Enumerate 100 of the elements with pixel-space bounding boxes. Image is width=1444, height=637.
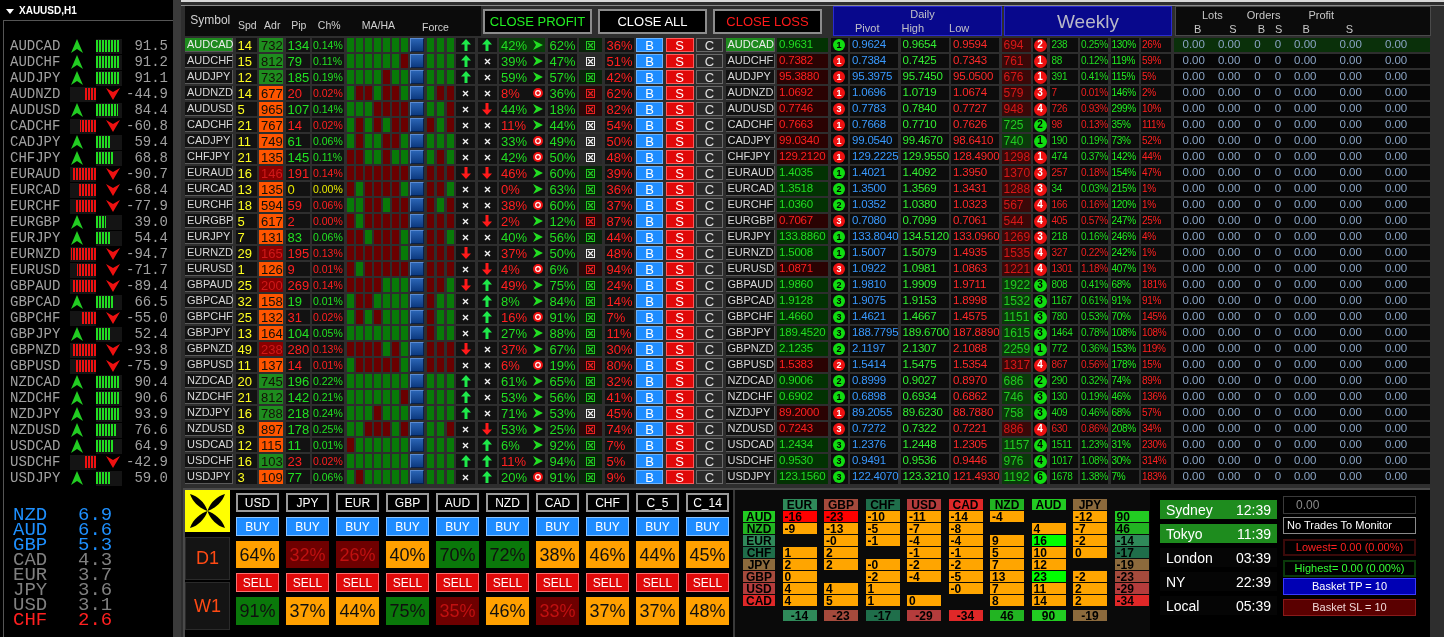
symbol-button[interactable]: AUDNZD — [185, 86, 233, 100]
close-button[interactable]: C — [696, 454, 723, 468]
sell-button[interactable]: S — [665, 54, 694, 68]
sell-button[interactable]: SELL — [386, 573, 429, 592]
sell-button[interactable]: SELL — [436, 573, 479, 592]
sell-button[interactable]: S — [665, 102, 694, 116]
sell-button[interactable]: SELL — [336, 573, 379, 592]
close-button[interactable]: C — [696, 326, 723, 340]
sell-button[interactable]: S — [665, 38, 694, 52]
sell-button[interactable]: S — [665, 262, 694, 276]
symbol-button[interactable]: USDJPY — [185, 470, 233, 484]
sell-button[interactable]: S — [665, 150, 694, 164]
sell-button[interactable]: S — [665, 246, 694, 260]
sell-button[interactable]: SELL — [686, 573, 729, 592]
sell-button[interactable]: S — [665, 310, 694, 324]
symbol-button[interactable]: EURGBP — [185, 214, 233, 228]
close-button[interactable]: C — [696, 182, 723, 196]
sell-button[interactable]: S — [665, 374, 694, 388]
symbol-button[interactable]: EURJPY — [185, 230, 233, 244]
sell-button[interactable]: S — [665, 406, 694, 420]
currency-button[interactable]: EUR — [336, 493, 379, 512]
sell-button[interactable]: SELL — [536, 573, 579, 592]
sell-button[interactable]: SELL — [486, 573, 529, 592]
sell-button[interactable]: S — [665, 390, 694, 404]
symbol-button[interactable]: GBPNZD — [725, 342, 775, 356]
close-button[interactable]: C — [696, 118, 723, 132]
close-button[interactable]: C — [696, 198, 723, 212]
currency-button[interactable]: USD — [236, 493, 279, 512]
sell-button[interactable]: S — [665, 342, 694, 356]
sell-button[interactable]: S — [665, 470, 694, 484]
sell-button[interactable]: SELL — [636, 573, 679, 592]
symbol-button[interactable]: EURGBP — [725, 214, 775, 228]
currency-button[interactable]: JPY — [286, 493, 329, 512]
symbol-button[interactable]: EURNZD — [185, 246, 233, 260]
close-button[interactable]: C — [696, 102, 723, 116]
close-button[interactable]: CLOSE PROFIT — [483, 8, 592, 34]
symbol-button[interactable]: NZDJPY — [185, 406, 233, 420]
symbol-button[interactable]: AUDCAD — [185, 38, 233, 52]
symbol-button[interactable]: GBPJPY — [725, 326, 775, 340]
close-button[interactable]: C — [696, 278, 723, 292]
sell-button[interactable]: S — [665, 422, 694, 436]
symbol-button[interactable]: GBPCHF — [725, 310, 775, 324]
symbol-button[interactable]: USDCAD — [725, 438, 775, 452]
sell-button[interactable]: S — [665, 134, 694, 148]
symbol-button[interactable]: GBPJPY — [185, 326, 233, 340]
close-button[interactable]: C — [696, 262, 723, 276]
currency-button[interactable]: AUD — [436, 493, 479, 512]
symbol-button[interactable]: GBPAUD — [725, 278, 775, 292]
close-button[interactable]: C — [696, 342, 723, 356]
symbol-button[interactable]: USDCHF — [185, 454, 233, 468]
take-profit-button[interactable]: Basket TP = 10 — [1283, 578, 1416, 595]
currency-button[interactable]: C_5 — [636, 493, 679, 512]
close-button[interactable]: C — [696, 374, 723, 388]
symbol-button[interactable]: EURAUD — [725, 166, 775, 180]
currency-button[interactable]: NZD — [486, 493, 529, 512]
sell-button[interactable]: S — [665, 358, 694, 372]
sell-button[interactable]: S — [665, 454, 694, 468]
close-button[interactable]: CLOSE LOSS — [713, 8, 822, 34]
symbol-button[interactable]: GBPCAD — [725, 294, 775, 308]
symbol-button[interactable]: GBPUSD — [185, 358, 233, 372]
symbol-button[interactable]: AUDCHF — [725, 54, 775, 68]
symbol-button[interactable]: AUDJPY — [185, 70, 233, 84]
stop-loss-button[interactable]: Basket SL = 10 — [1283, 599, 1416, 616]
symbol-button[interactable]: NZDJPY — [725, 406, 775, 420]
sell-button[interactable]: S — [665, 86, 694, 100]
symbol-button[interactable]: EURUSD — [185, 262, 233, 276]
close-button[interactable]: C — [696, 38, 723, 52]
close-button[interactable]: C — [696, 166, 723, 180]
sell-button[interactable]: S — [665, 230, 694, 244]
symbol-button[interactable]: CHFJPY — [185, 150, 233, 164]
sell-button[interactable]: S — [665, 278, 694, 292]
symbol-button[interactable]: GBPCHF — [185, 310, 233, 324]
symbol-button[interactable]: USDCHF — [725, 454, 775, 468]
sell-button[interactable]: S — [665, 198, 694, 212]
symbol-button[interactable]: AUDNZD — [725, 86, 775, 100]
close-button[interactable]: C — [696, 230, 723, 244]
symbol-button[interactable]: AUDJPY — [725, 70, 775, 84]
close-button[interactable]: C — [696, 438, 723, 452]
sell-button[interactable]: S — [665, 294, 694, 308]
currency-button[interactable]: CHF — [586, 493, 629, 512]
symbol-button[interactable]: AUDUSD — [185, 102, 233, 116]
symbol-button[interactable]: NZDCAD — [725, 374, 775, 388]
sell-button[interactable]: S — [665, 118, 694, 132]
sell-button[interactable]: SELL — [236, 573, 279, 592]
symbol-button[interactable]: EURNZD — [725, 246, 775, 260]
symbol-button[interactable]: GBPNZD — [185, 342, 233, 356]
currency-button[interactable]: GBP — [386, 493, 429, 512]
sell-button[interactable]: SELL — [286, 573, 329, 592]
currency-button[interactable]: CAD — [536, 493, 579, 512]
symbol-button[interactable]: EURUSD — [725, 262, 775, 276]
close-button[interactable]: C — [696, 246, 723, 260]
close-button[interactable]: C — [696, 54, 723, 68]
symbol-button[interactable]: CADJPY — [185, 134, 233, 148]
symbol-button[interactable]: EURCHF — [185, 198, 233, 212]
symbol-button[interactable]: USDCAD — [185, 438, 233, 452]
symbol-button[interactable]: EURCAD — [185, 182, 233, 196]
sell-button[interactable]: SELL — [586, 573, 629, 592]
symbol-button[interactable]: EURCAD — [725, 182, 775, 196]
sell-button[interactable]: S — [665, 438, 694, 452]
symbol-button[interactable]: USDJPY — [725, 470, 775, 484]
